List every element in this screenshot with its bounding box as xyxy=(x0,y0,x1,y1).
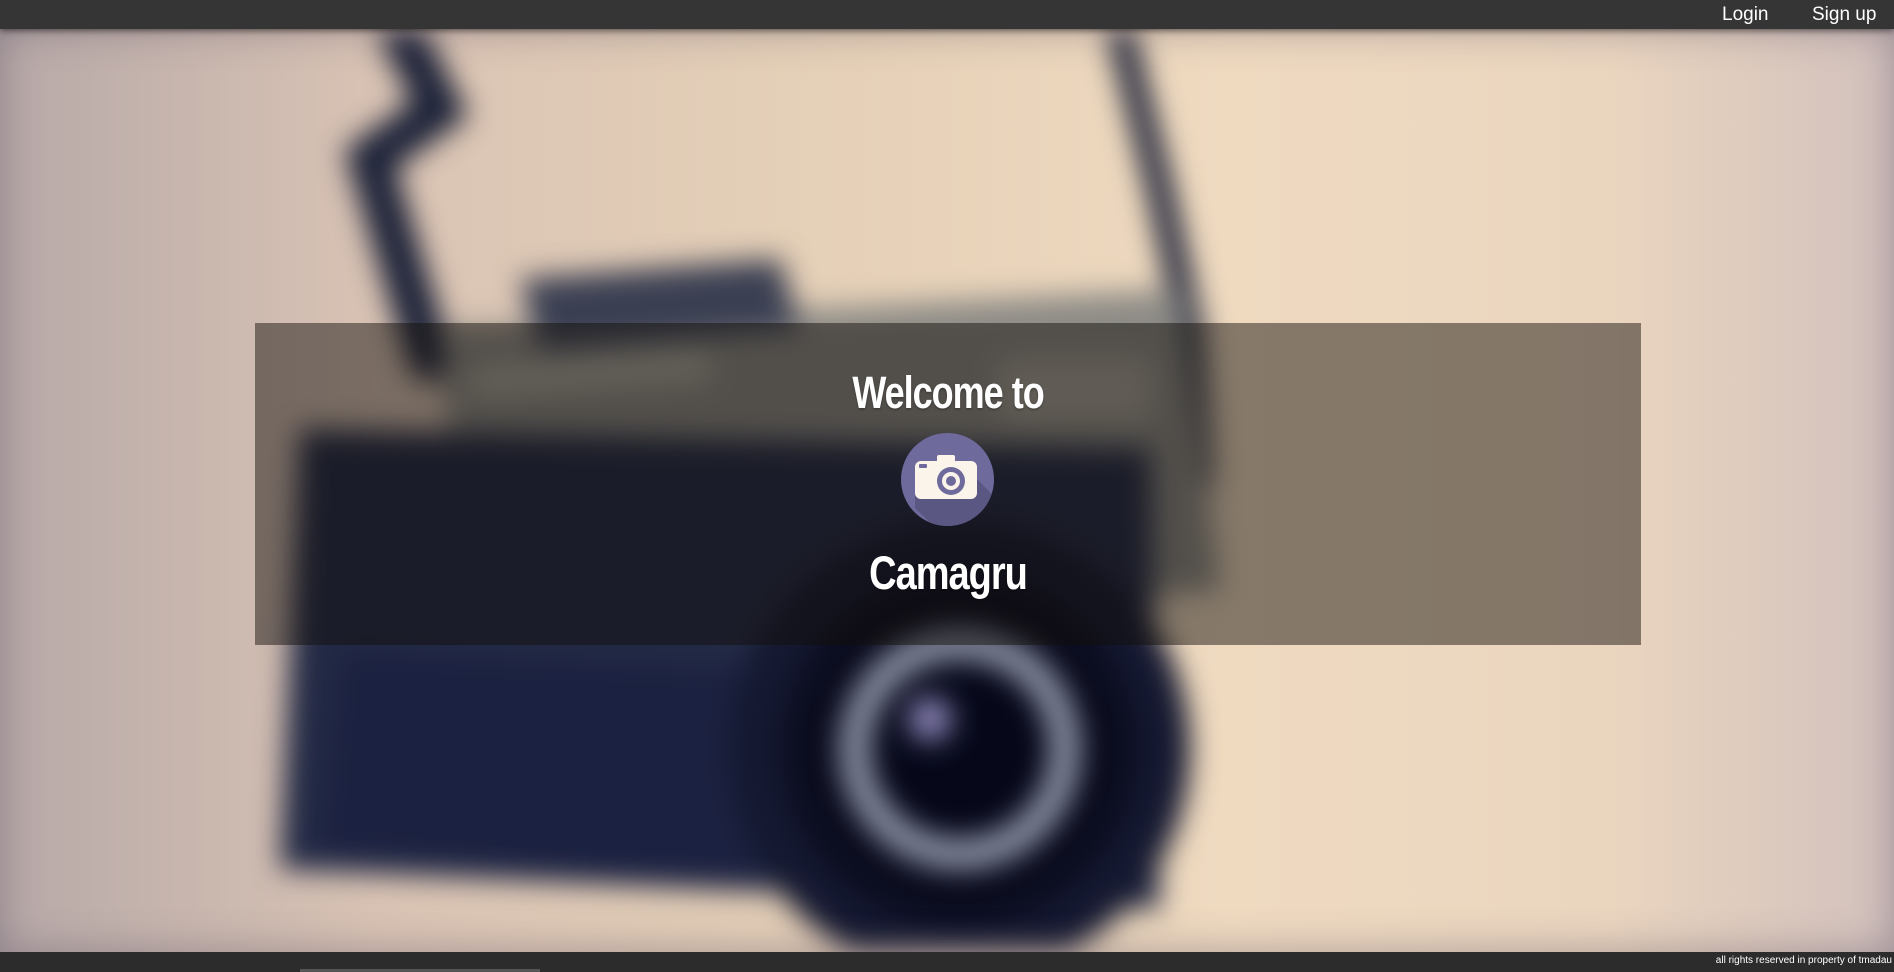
welcome-heading: Welcome to xyxy=(852,366,1044,418)
signup-link[interactable]: Sign up xyxy=(1812,4,1876,26)
footer: all rights reserved in property of tmada… xyxy=(0,952,1894,972)
camera-icon xyxy=(901,433,994,526)
copyright-text: all rights reserved in property of tmada… xyxy=(1715,955,1892,966)
brand-name: Camagru xyxy=(869,547,1028,601)
welcome-banner: Welcome to Camagru xyxy=(255,323,1641,645)
top-navbar: Login Sign up xyxy=(0,0,1894,29)
login-link[interactable]: Login xyxy=(1722,4,1769,26)
